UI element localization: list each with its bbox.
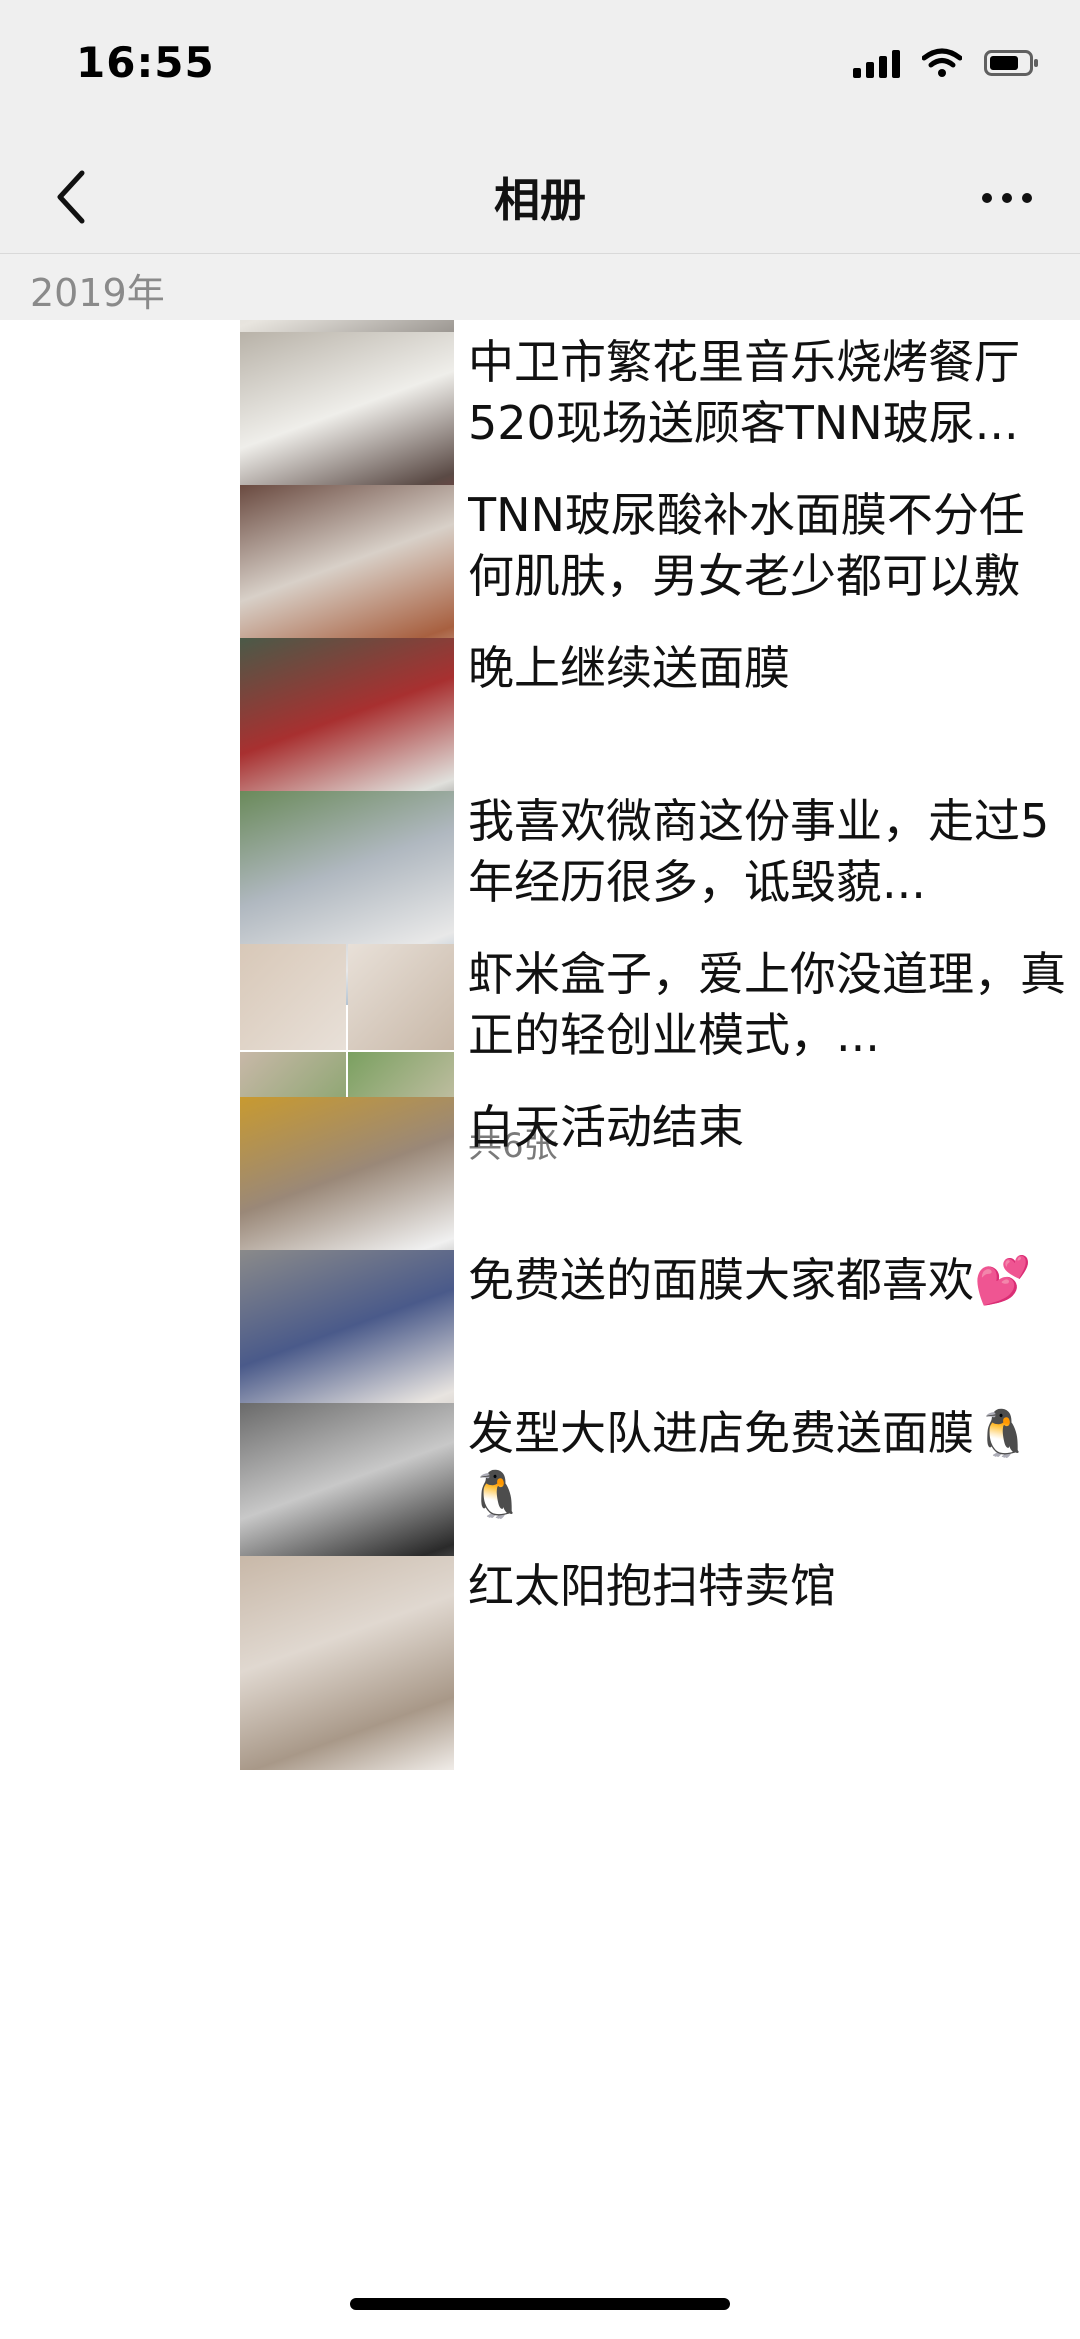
album-post[interactable]: 红太阳抱扫特卖馆: [0, 1556, 1080, 1772]
thumbnail-tile: [240, 944, 346, 1050]
page-title: 相册: [494, 173, 586, 227]
more-dot-icon: [1002, 193, 1012, 203]
status-bar: 16:55: [0, 0, 1080, 140]
post-text: 发型大队进店免费送面膜🐧🐧: [468, 1406, 1032, 1521]
status-time: 16:55: [76, 38, 215, 87]
more-dot-icon: [1022, 193, 1032, 203]
home-indicator: [350, 2298, 730, 2310]
post-text: 免费送的面膜大家都喜欢💕: [468, 1253, 1032, 1307]
more-dot-icon: [982, 193, 992, 203]
post-text: 白天活动结束: [468, 1100, 744, 1154]
post-text: 我喜欢微商这份事业，走过5年经历很多，诋毁藐...: [468, 794, 1050, 909]
post-thumbnail[interactable]: [240, 1556, 454, 1770]
more-button[interactable]: [972, 170, 1042, 226]
album-feed[interactable]: 今天带领小姐妹们一起突...中卫市繁花里音乐烧烤餐厅520现场送顾客TNN玻尿.…: [0, 320, 1080, 2339]
post-text: 虾米盒子，爱上你没道理，真正的轻创业模式，...: [468, 947, 1066, 1062]
post-text: 红太阳抱扫特卖馆: [468, 1559, 836, 1613]
status-icons: [853, 48, 1040, 78]
year-section-header: 2019年: [0, 254, 1080, 320]
battery-icon: [984, 50, 1038, 76]
cellular-signal-icon: [853, 48, 900, 78]
post-text: 晚上继续送面膜: [468, 641, 790, 695]
navigation-bar: 相册: [0, 140, 1080, 254]
wifi-icon: [922, 48, 962, 77]
thumbnail-tile: [348, 944, 454, 1050]
year-label: 2019年: [30, 271, 165, 315]
